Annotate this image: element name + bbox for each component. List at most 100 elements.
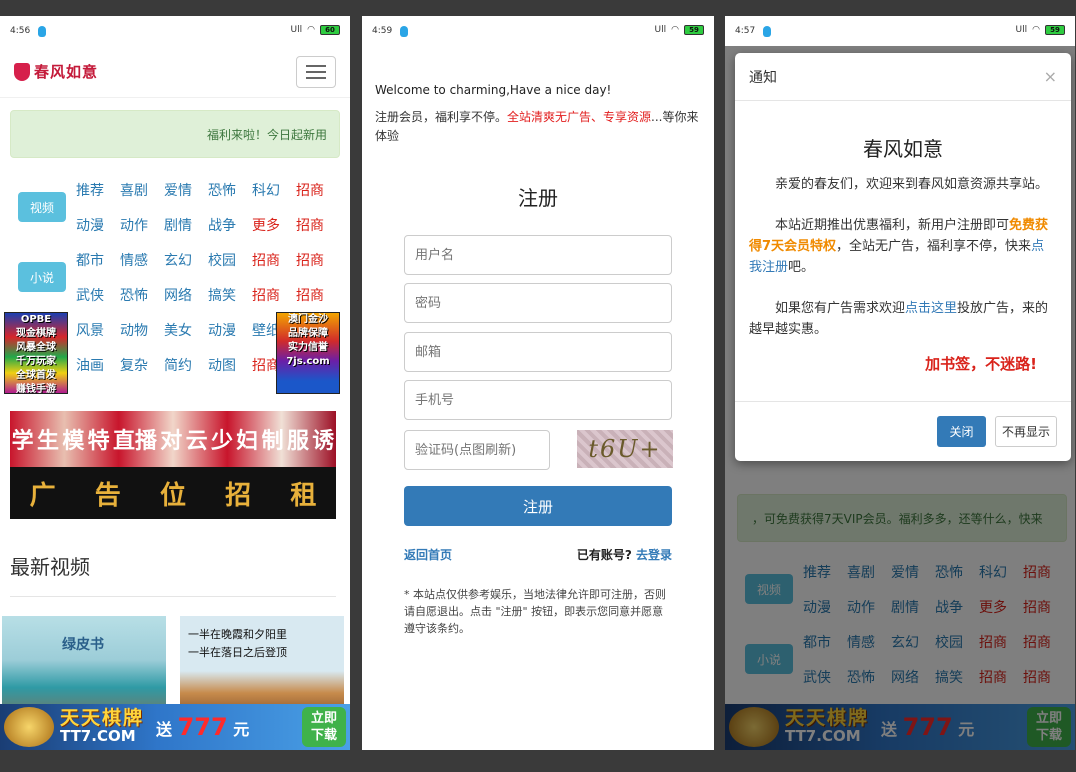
welcome-text: Welcome to charming,Have a nice day! [375, 83, 612, 97]
banner-char: 云 [185, 429, 208, 454]
close-icon[interactable]: × [1044, 67, 1057, 86]
banner-char: 特 [87, 429, 110, 454]
category-link[interactable]: 爱情 [164, 174, 208, 209]
ad-promo: 送 777 元 [156, 713, 250, 741]
notice-marquee: 福利来啦！今日起新用 [10, 110, 340, 158]
banner-char: 少 [210, 429, 233, 454]
ad-text: 现金棋牌 [16, 328, 56, 339]
banner-char: 广 [29, 480, 56, 511]
status-bar: 4:57 Ull ◠ 59 [725, 16, 1075, 46]
battery-icon: 60 [320, 25, 340, 35]
novel-category-button[interactable]: 小说 [18, 262, 66, 292]
bottom-ad-bar[interactable]: 天天棋牌 TT7.COM 送 777 元 立即下载 [0, 704, 350, 750]
category-link[interactable]: 网络 [164, 279, 208, 314]
category-link[interactable]: 搞笑 [208, 279, 252, 314]
qq-icon [763, 25, 772, 37]
category-link[interactable]: 招商 [296, 174, 340, 209]
category-link[interactable]: 动图 [208, 349, 252, 384]
username-input[interactable] [404, 235, 672, 275]
ad-text: 赚钱手游 [16, 384, 56, 394]
intro-text: 注册会员，福利享不停。全站清爽无广告、专享资源...等你来体验 [375, 110, 699, 143]
status-time: 4:56 [10, 26, 31, 36]
category-link[interactable]: 战争 [208, 209, 252, 244]
phone-register-screen: 4:59 Ull ◠ 59 Welcome to charming,Have a… [362, 16, 714, 750]
category-link[interactable]: 武侠 [76, 279, 120, 314]
category-link[interactable]: 推荐 [76, 174, 120, 209]
banner-ad-bottom: 广告位招租 [10, 467, 336, 519]
banner-char: 生 [36, 429, 59, 454]
ad-domain: TT7.COM [60, 727, 136, 745]
category-link[interactable]: 动作 [120, 209, 164, 244]
category-link[interactable]: 招商 [296, 244, 340, 279]
ad-text: 全球首发 [16, 370, 56, 381]
site-logo[interactable]: 春风如意 [14, 61, 98, 82]
category-link[interactable]: 美女 [164, 314, 208, 349]
category-link[interactable]: 情感 [120, 244, 164, 279]
category-link[interactable]: 动物 [120, 314, 164, 349]
category-link[interactable]: 招商 [296, 279, 340, 314]
signal-icon: Ull [290, 25, 303, 35]
ad-brand-name: 天天棋牌 [60, 707, 145, 729]
menu-toggle-button[interactable] [296, 55, 336, 88]
banner-char: 制 [261, 429, 284, 454]
wifi-icon: ◠ [1032, 25, 1040, 35]
qq-icon [38, 25, 47, 37]
category-link[interactable]: 校园 [208, 244, 252, 279]
logo-text: 春风如意 [34, 63, 99, 81]
category-link[interactable]: 更多 [252, 209, 296, 244]
captcha-image[interactable]: t6U+ [577, 430, 673, 468]
notice-modal: 通知 × 春风如意 亲爱的春友们，欢迎来到春风如意资源共享站。 本站近期推出优惠… [735, 53, 1071, 461]
video-category-button[interactable]: 视频 [18, 192, 66, 222]
dont-show-again-button[interactable]: 不再显示 [995, 416, 1057, 447]
bookmark-hint: 加书签，不迷路! [925, 355, 1037, 373]
phone-home-screen: 4:56 Ull ◠ 60 春风如意 福利来啦！今日起新用 视频 小说 推荐 喜剧… [0, 16, 350, 750]
advertise-link[interactable]: 点击这里 [905, 301, 957, 316]
ad-text: OPBE [20, 314, 52, 325]
banner-char: 服 [286, 429, 309, 454]
category-link[interactable]: 剧情 [164, 209, 208, 244]
captcha-input[interactable] [404, 430, 550, 470]
category-link[interactable]: 动漫 [76, 209, 120, 244]
phone-notice-modal-screen: 4:57 Ull ◠ 59 ，可免费获得7天VIP会员。福利多多，还等什么，快来… [725, 16, 1075, 750]
battery-icon: 59 [684, 25, 704, 35]
category-link[interactable]: 风景 [76, 314, 120, 349]
category-link[interactable]: 简约 [164, 349, 208, 384]
status-bar: 4:56 Ull ◠ 60 [0, 16, 350, 46]
banner-char: 位 [159, 480, 186, 511]
banner-char: 告 [94, 480, 121, 511]
password-input[interactable] [404, 283, 672, 323]
banner-ad[interactable]: 学生模特直播对云少妇制服诱 广 告 位 招 租 [10, 411, 336, 519]
banner-char: 学 [11, 429, 34, 454]
banner-char: 直播 [112, 429, 157, 454]
category-link[interactable]: 恐怖 [208, 174, 252, 209]
side-ad-right[interactable]: 澳门金沙 品牌保障 实力信誉 7js.com [276, 312, 340, 394]
side-ad-left[interactable]: OPBE现金棋牌风暴全球千万玩家全球首发赚钱手游官方直营 [4, 312, 68, 394]
category-link[interactable]: 招商 [296, 209, 340, 244]
category-link[interactable]: 招商 [252, 279, 296, 314]
category-link[interactable]: 动漫 [208, 314, 252, 349]
status-bar: 4:59 Ull ◠ 59 [362, 16, 714, 46]
category-link[interactable]: 复杂 [120, 349, 164, 384]
back-home-link[interactable]: 返回首页 [404, 546, 452, 563]
email-input[interactable] [404, 332, 672, 372]
category-link[interactable]: 科幻 [252, 174, 296, 209]
category-link[interactable]: 喜剧 [120, 174, 164, 209]
category-link[interactable]: 都市 [76, 244, 120, 279]
category-link[interactable]: 恐怖 [120, 279, 164, 314]
register-button[interactable]: 注册 [404, 486, 672, 526]
status-time: 4:59 [372, 26, 393, 36]
modal-footer: 关闭 不再显示 [735, 401, 1071, 461]
close-button[interactable]: 关闭 [937, 416, 986, 447]
site-header: 春风如意 [0, 46, 350, 98]
category-link[interactable]: 玄幻 [164, 244, 208, 279]
login-prompt: 已有账号? 去登录 [576, 548, 672, 562]
banner-char: 诱 [312, 429, 335, 454]
ad-text: 澳门金沙 [288, 314, 328, 325]
thumbnail-title: 绿皮书 [62, 637, 104, 653]
ad-download-button[interactable]: 立即下载 [302, 707, 346, 747]
banner-ad-top: 学生模特直播对云少妇制服诱 [10, 411, 336, 467]
category-link[interactable]: 油画 [76, 349, 120, 384]
category-link[interactable]: 招商 [252, 244, 296, 279]
login-link[interactable]: 去登录 [636, 548, 672, 562]
phone-input[interactable] [404, 380, 672, 420]
